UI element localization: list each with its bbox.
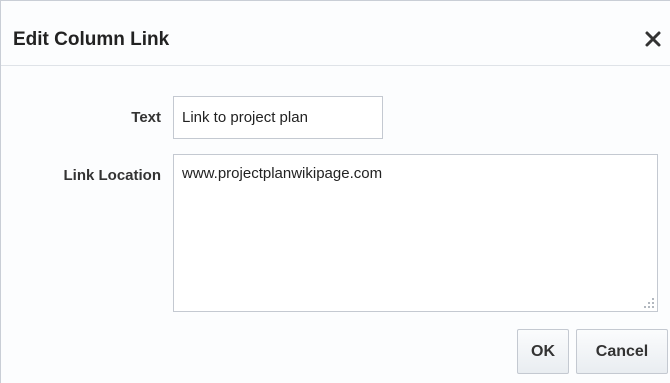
- close-icon[interactable]: [641, 27, 665, 51]
- resize-grip-icon[interactable]: [641, 295, 655, 309]
- text-input[interactable]: [173, 96, 383, 139]
- link-location-label: Link Location: [63, 167, 162, 184]
- cancel-button[interactable]: Cancel: [576, 329, 668, 374]
- ok-button[interactable]: OK: [517, 329, 569, 374]
- edit-column-link-dialog: Edit Column Link Text Link Location www.…: [0, 0, 670, 383]
- dialog-title: Edit Column Link: [13, 29, 170, 50]
- link-location-input[interactable]: www.projectplanwikipage.com: [173, 154, 658, 312]
- text-field-label: Text: [131, 109, 161, 126]
- dialog-titlebar: Edit Column Link: [1, 1, 670, 66]
